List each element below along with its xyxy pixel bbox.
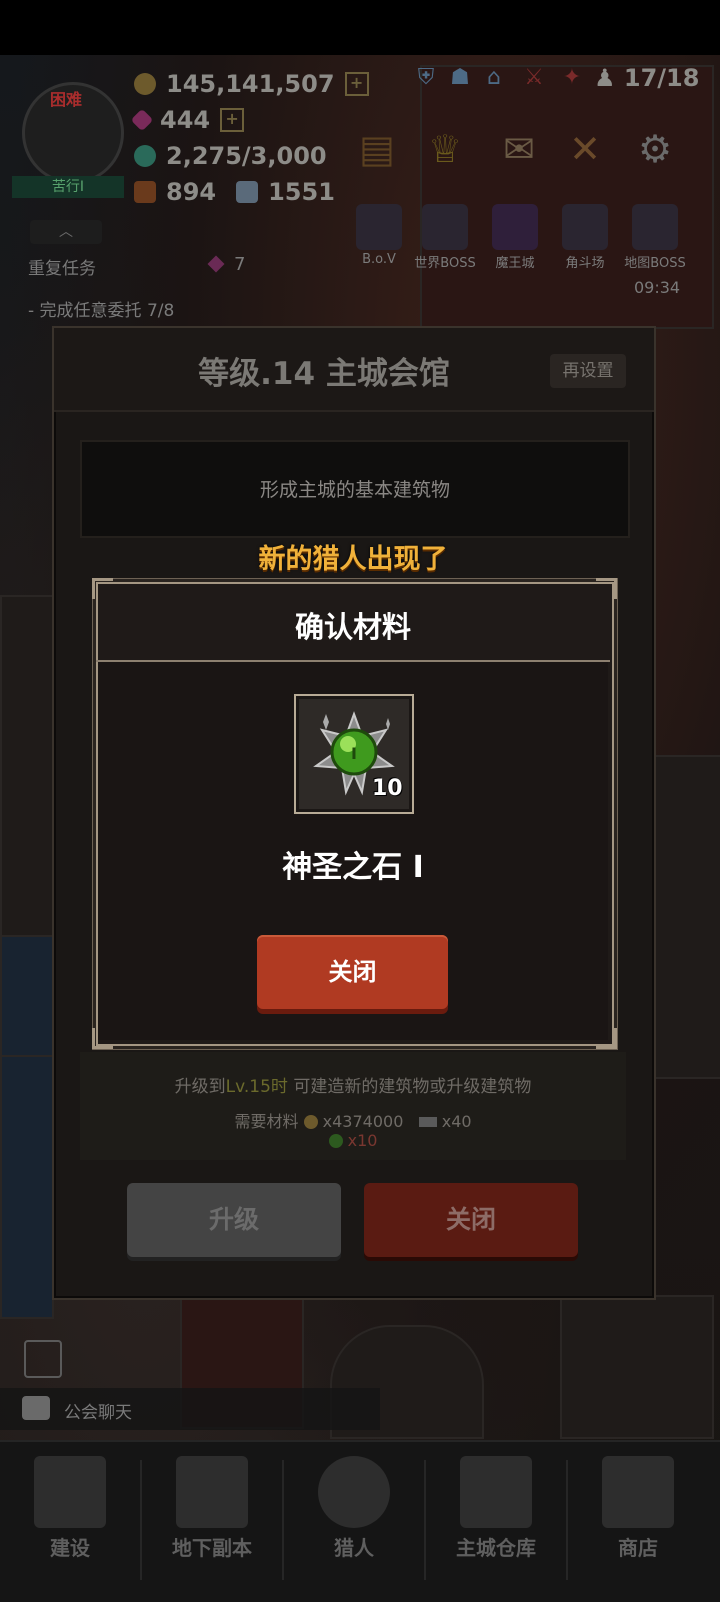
gold-amount: 145,141,507 (166, 70, 335, 98)
upgrade-button[interactable]: 升级 (127, 1183, 341, 1257)
crystal-amount: 1551 (268, 178, 335, 206)
armor-icon[interactable]: ⌂ (478, 62, 510, 94)
chest-amount: 894 (166, 178, 217, 206)
add-gem-button[interactable]: + (220, 108, 245, 132)
bov-button[interactable]: B.o.V (348, 204, 410, 267)
mail-icon[interactable]: ✉ (492, 122, 546, 176)
building-title: 等级.14 主城会馆 (198, 356, 450, 392)
quest-collapse-button[interactable]: ︿ (30, 220, 102, 244)
svg-text:I: I (351, 744, 357, 763)
ingot-icon (418, 1117, 437, 1127)
hunter-capacity: ♟ 17/18 (594, 64, 700, 92)
building-description: 形成主城的基本建筑物 (259, 479, 450, 501)
trophy-icon[interactable]: ♕ (418, 122, 472, 176)
nav-build[interactable]: 建设 (0, 1446, 140, 1596)
boss-timer: 09:34 (634, 278, 681, 297)
guild-chat-bar[interactable] (0, 1388, 380, 1430)
material-holy-stone: x10 (347, 1131, 378, 1150)
dragon-icon[interactable]: ✦ (556, 62, 588, 94)
required-materials: 需要材料 x4374000 x40 (234, 1112, 472, 1131)
holy-stone-icon (328, 1134, 343, 1148)
required-materials-row-2: x10 (80, 1131, 626, 1150)
new-hunter-toast: 新的猎人出现了 (258, 544, 448, 575)
sword-icon[interactable]: ⚔ (518, 62, 550, 94)
gem-icon (130, 108, 154, 132)
hammer-icon (34, 1456, 106, 1528)
map-boss-icon (632, 204, 678, 250)
gold-coin-icon (134, 73, 156, 95)
arena-icon (562, 204, 608, 250)
world-boss-button[interactable]: 世界BOSS (414, 204, 476, 271)
shop-icon (602, 1456, 674, 1528)
modal-corner-ornament (596, 578, 617, 599)
modal-corner-ornament (92, 578, 113, 599)
material-ingot: x40 (441, 1112, 472, 1131)
minimap-button[interactable] (24, 1340, 62, 1378)
gem-resource: 444 + (130, 106, 245, 134)
item-name: 神圣之石 I (282, 850, 424, 885)
quest-item[interactable]: - 完成任意委托 7/8 (28, 296, 174, 321)
modal-close-button[interactable]: 关闭 (257, 935, 448, 1009)
demon-castle-icon (492, 204, 538, 250)
gem-amount: 444 (160, 106, 211, 134)
player-rank: 苦行I (12, 176, 124, 198)
gold-resource: 145,141,507 + (134, 70, 369, 98)
hunter-icon (318, 1456, 390, 1528)
shield-icon[interactable]: ⛨ (410, 62, 442, 94)
arena-button[interactable]: 角斗场 (554, 204, 616, 271)
crystal-icon (236, 181, 259, 203)
gear-icon[interactable]: ⚙ (628, 122, 682, 176)
battle-icon[interactable]: ✕ (558, 122, 612, 176)
add-gold-button[interactable]: + (344, 72, 369, 96)
chat-bubble-icon (22, 1396, 50, 1420)
nav-shop[interactable]: 商店 (568, 1446, 708, 1596)
book-icon[interactable]: ▤ (350, 122, 404, 176)
nav-dungeon[interactable]: 地下副本 (142, 1446, 282, 1596)
nav-hunter[interactable]: 猎人 (284, 1446, 424, 1596)
nav-warehouse[interactable]: 主城仓库 (426, 1446, 566, 1596)
modal-title: 确认材料 (294, 610, 411, 644)
dungeon-gate-icon (176, 1456, 248, 1528)
helmet-icon[interactable]: ☗ (444, 62, 476, 94)
upgrade-requirement-text: 升级到Lv.15时 可建造新的建筑物或升级建筑物 (174, 1077, 532, 1097)
guild-chat-label: 公会聊天 (64, 1403, 132, 1423)
item-count: 10 (372, 776, 403, 801)
demon-castle-button[interactable]: 魔王城 (484, 204, 546, 271)
stamina-resource: 2,275/3,000 (134, 142, 327, 170)
difficulty-badge: 困难 (50, 90, 83, 109)
material-gold: x4374000 (322, 1112, 404, 1131)
reset-button[interactable]: 再设置 (550, 354, 626, 388)
chest-resource: 894 1551 (134, 178, 335, 206)
panel-close-button[interactable]: 关闭 (364, 1183, 578, 1257)
quest-reward: 7 (207, 254, 245, 275)
gem-icon (207, 255, 225, 273)
gold-coin-icon (303, 1115, 318, 1129)
stamina-amount: 2,275/3,000 (166, 142, 327, 170)
stamina-icon (134, 145, 156, 167)
chevron-up-icon: ︿ (59, 224, 73, 240)
bov-icon (356, 204, 402, 250)
world-boss-icon (422, 204, 468, 250)
warehouse-chest-icon (460, 1456, 532, 1528)
required-level: Lv.15时 (225, 1077, 288, 1097)
quest-title: 重复任务 (28, 259, 96, 279)
chest-icon (134, 181, 156, 203)
map-boss-button[interactable]: 地图BOSS (624, 204, 686, 271)
person-icon: ♟ (594, 64, 616, 92)
